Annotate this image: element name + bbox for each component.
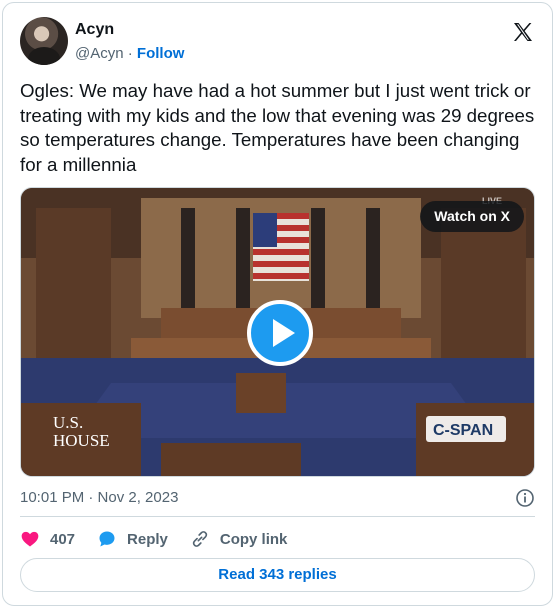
action-bar: 407 Reply Copy link [20,527,309,551]
tweet-text: Ogles: We may have had a hot summer but … [20,80,535,175]
read-replies-button[interactable]: Read 343 replies [20,558,535,592]
author-handle-line: @Acyn · Follow [75,45,184,62]
heart-icon [21,531,39,547]
link-icon [192,531,208,547]
watch-on-x-button[interactable]: Watch on X [420,201,524,232]
cspan-logo: C-SPAN [426,416,506,442]
info-icon[interactable] [515,488,535,508]
avatar[interactable] [20,17,68,65]
author-name[interactable]: Acyn [75,21,114,39]
copy-link-label: Copy link [219,530,288,548]
cspan-text: C-SPAN [433,422,493,439]
author-handle[interactable]: @Acyn [75,45,124,62]
like-button[interactable]: 407 [20,529,75,549]
follow-button[interactable]: Follow [137,45,185,62]
video-player[interactable]: LIVE U.S. HOUSE C-SPAN Watch on X [20,187,535,477]
reply-bubble-icon [99,531,115,547]
x-logo-icon[interactable] [511,20,535,44]
handle-separator: · [127,45,133,62]
us-house-line-2: HOUSE [53,431,110,450]
tweet-header: Acyn @Acyn · Follow [20,17,535,67]
reply-label: Reply [127,530,168,548]
like-count: 407 [50,530,76,548]
copy-link-button[interactable]: Copy link [190,529,288,549]
us-house-line-1: U.S. [53,413,83,432]
tweet-timestamp[interactable]: 10:01 PM · Nov 2, 2023 [20,489,178,506]
play-icon[interactable] [247,300,313,366]
tweet-card: Acyn @Acyn · Follow Ogles: We may have h… [2,2,553,606]
divider [20,516,535,517]
reply-button[interactable]: Reply [97,529,168,549]
